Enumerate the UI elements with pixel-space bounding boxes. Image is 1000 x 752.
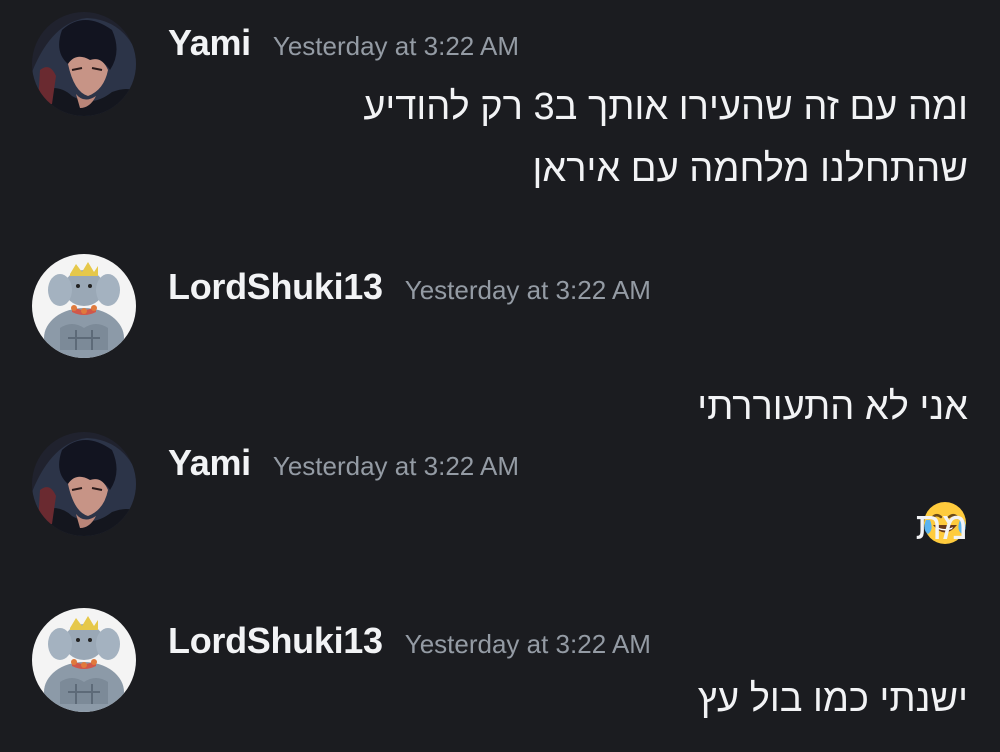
- message-text-body: אני לא התעוררתי: [697, 386, 968, 428]
- message-text: ומה עם זה שהעירו אותך ב3 רק להודיע שהתחל…: [363, 86, 968, 190]
- lordshuki-avatar-icon: [32, 608, 136, 712]
- message-list: Yami Yesterday at 3:22 AM ומה עם זה שהעי…: [0, 0, 1000, 752]
- timestamp: Yesterday at 3:22 AM: [404, 629, 651, 659]
- avatar[interactable]: [32, 432, 136, 536]
- avatar[interactable]: [32, 608, 136, 712]
- username[interactable]: Yami: [168, 442, 251, 484]
- avatar[interactable]: [32, 254, 136, 358]
- joy-emoji-icon: [922, 438, 968, 544]
- timestamp: Yesterday at 3:22 AM: [272, 31, 520, 61]
- yami-avatar-icon: [32, 432, 136, 536]
- message-text: מת: [915, 506, 968, 548]
- username[interactable]: LordShuki13: [168, 266, 383, 308]
- username[interactable]: LordShuki13: [168, 620, 383, 662]
- timestamp: Yesterday at 3:22 AM: [404, 275, 651, 305]
- message-text: ישנתי כמו בול עץ: [697, 678, 968, 720]
- avatar[interactable]: [32, 12, 136, 116]
- yami-avatar-icon: [32, 12, 136, 116]
- lordshuki-avatar-icon: [32, 254, 136, 358]
- username[interactable]: Yami: [168, 22, 251, 64]
- timestamp: Yesterday at 3:22 AM: [272, 451, 520, 481]
